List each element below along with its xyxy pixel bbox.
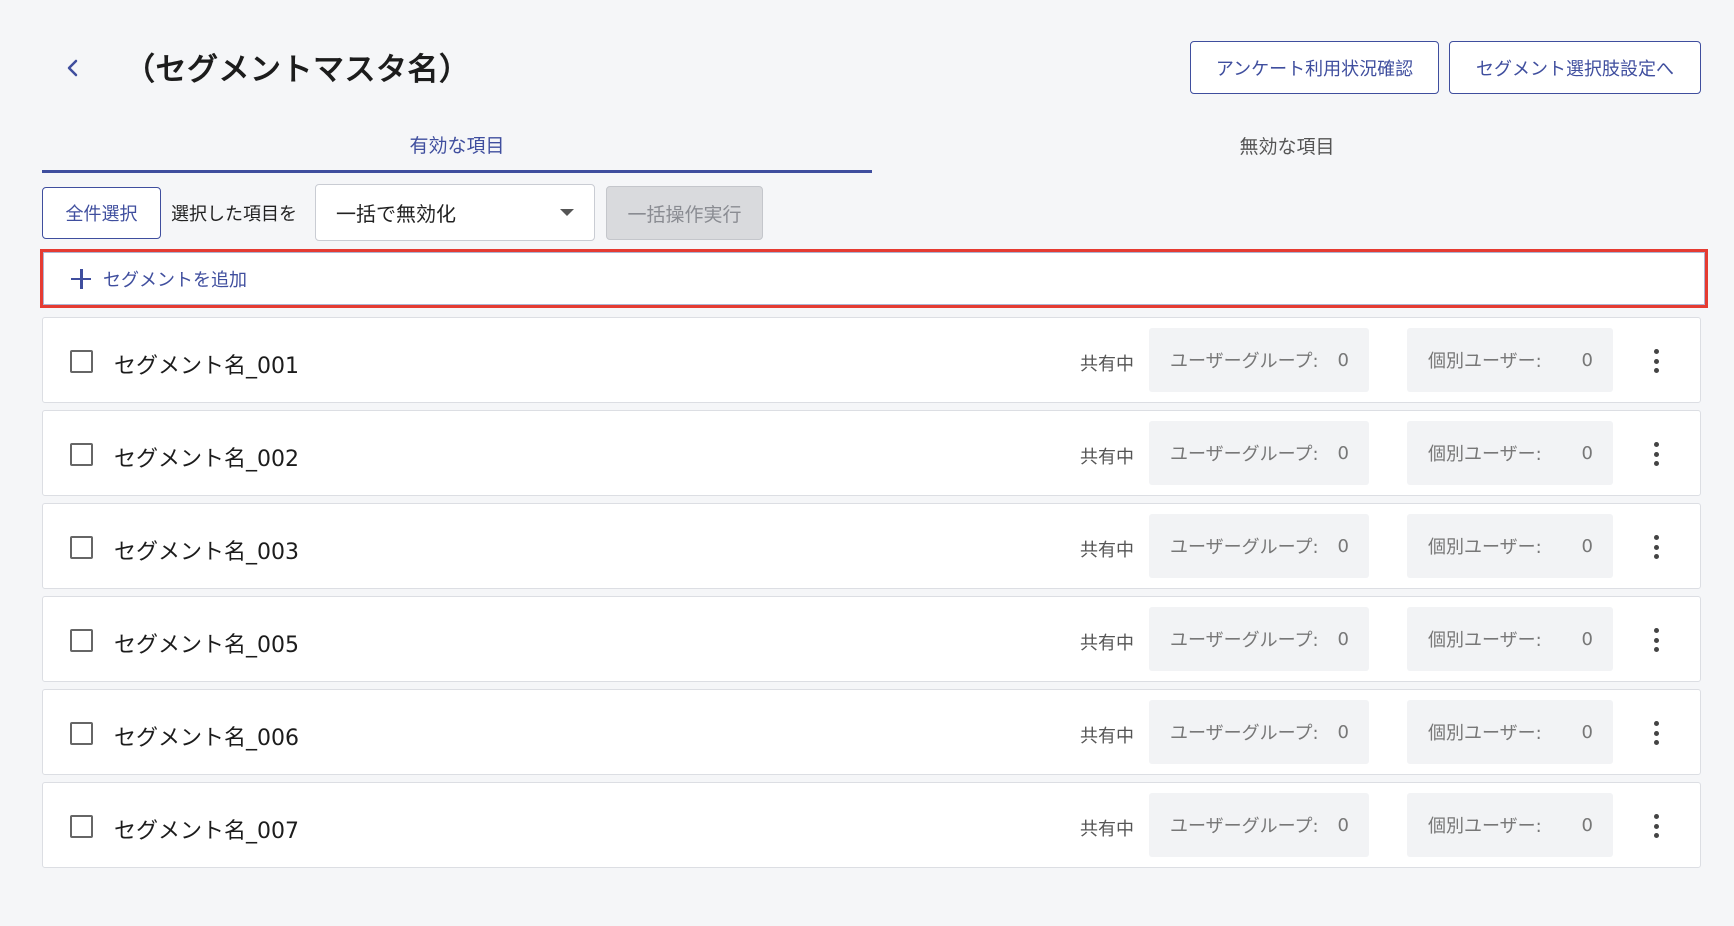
user-group-stat: ユーザーグループ: 0: [1149, 514, 1369, 578]
individual-user-label: 個別ユーザー:: [1428, 630, 1542, 651]
shared-status: 共有中: [1080, 819, 1134, 840]
user-group-count: 0: [1337, 814, 1349, 836]
user-group-stat: ユーザーグループ: 0: [1149, 700, 1369, 764]
individual-user-count: 0: [1581, 535, 1593, 557]
page-title: （セグメントマスタ名）: [124, 52, 471, 88]
add-segment-label: セグメントを追加: [103, 269, 247, 291]
segment-checkbox[interactable]: [70, 443, 93, 466]
individual-user-count: 0: [1581, 442, 1593, 464]
segment-checkbox[interactable]: [70, 815, 93, 838]
kebab-menu-icon[interactable]: [1646, 439, 1666, 469]
user-group-label: ユーザーグループ:: [1170, 537, 1319, 558]
individual-user-label: 個別ユーザー:: [1428, 537, 1542, 558]
bulk-action-label: 選択した項目を: [171, 204, 297, 225]
kebab-menu-icon[interactable]: [1646, 625, 1666, 655]
segment-row: セグメント名_006 共有中 ユーザーグループ: 0 個別ユーザー: 0: [42, 689, 1701, 775]
user-group-stat: ユーザーグループ: 0: [1149, 421, 1369, 485]
shared-status: 共有中: [1080, 447, 1134, 468]
user-group-count: 0: [1337, 349, 1349, 371]
select-all-button[interactable]: 全件選択: [42, 187, 161, 239]
user-group-stat: ユーザーグループ: 0: [1149, 793, 1369, 857]
user-group-stat: ユーザーグループ: 0: [1149, 328, 1369, 392]
individual-user-stat: 個別ユーザー: 0: [1407, 793, 1613, 857]
caret-down-icon: [560, 209, 574, 216]
individual-user-count: 0: [1581, 814, 1593, 836]
user-group-label: ユーザーグループ:: [1170, 816, 1319, 837]
bulk-action-selected-value: 一括で無効化: [336, 202, 456, 226]
kebab-menu-icon[interactable]: [1646, 811, 1666, 841]
individual-user-count: 0: [1581, 628, 1593, 650]
user-group-label: ユーザーグループ:: [1170, 444, 1319, 465]
individual-user-stat: 個別ユーザー: 0: [1407, 421, 1613, 485]
user-group-label: ユーザーグループ:: [1170, 723, 1319, 744]
segment-master-page: （セグメントマスタ名） アンケート利用状況確認 セグメント選択肢設定へ 有効な項…: [0, 0, 1734, 926]
add-segment-button[interactable]: セグメントを追加: [40, 249, 1708, 308]
chevron-left-icon: [67, 59, 78, 77]
user-group-count: 0: [1337, 442, 1349, 464]
segment-row: セグメント名_002 共有中 ユーザーグループ: 0 個別ユーザー: 0: [42, 410, 1701, 496]
individual-user-label: 個別ユーザー:: [1428, 351, 1542, 372]
shared-status: 共有中: [1080, 354, 1134, 375]
user-group-label: ユーザーグループ:: [1170, 351, 1319, 372]
segment-row: セグメント名_005 共有中 ユーザーグループ: 0 個別ユーザー: 0: [42, 596, 1701, 682]
segment-name: セグメント名_003: [114, 540, 299, 565]
survey-usage-button[interactable]: アンケート利用状況確認: [1190, 41, 1439, 94]
segment-name: セグメント名_007: [114, 819, 299, 844]
user-group-count: 0: [1337, 721, 1349, 743]
segment-choice-settings-button[interactable]: セグメント選択肢設定へ: [1449, 41, 1701, 94]
segment-name: セグメント名_001: [114, 354, 299, 379]
tab-active-items[interactable]: 有効な項目: [42, 118, 872, 173]
segment-row: セグメント名_007 共有中 ユーザーグループ: 0 個別ユーザー: 0: [42, 782, 1701, 868]
shared-status: 共有中: [1080, 540, 1134, 561]
shared-status: 共有中: [1080, 633, 1134, 654]
individual-user-label: 個別ユーザー:: [1428, 444, 1542, 465]
segment-checkbox[interactable]: [70, 722, 93, 745]
individual-user-stat: 個別ユーザー: 0: [1407, 607, 1613, 671]
segment-checkbox[interactable]: [70, 536, 93, 559]
individual-user-label: 個別ユーザー:: [1428, 723, 1542, 744]
individual-user-stat: 個別ユーザー: 0: [1407, 328, 1613, 392]
segment-checkbox[interactable]: [70, 629, 93, 652]
segment-name: セグメント名_006: [114, 726, 299, 751]
individual-user-label: 個別ユーザー:: [1428, 816, 1542, 837]
individual-user-stat: 個別ユーザー: 0: [1407, 700, 1613, 764]
user-group-count: 0: [1337, 535, 1349, 557]
segment-row: セグメント名_003 共有中 ユーザーグループ: 0 個別ユーザー: 0: [42, 503, 1701, 589]
tab-inactive-items[interactable]: 無効な項目: [872, 118, 1702, 173]
segment-list: セグメント名_001 共有中 ユーザーグループ: 0 個別ユーザー: 0 セグメ…: [42, 317, 1701, 875]
user-group-label: ユーザーグループ:: [1170, 630, 1319, 651]
user-group-stat: ユーザーグループ: 0: [1149, 607, 1369, 671]
bulk-execute-button[interactable]: 一括操作実行: [606, 186, 763, 240]
bulk-action-select[interactable]: 一括で無効化: [315, 184, 595, 241]
shared-status: 共有中: [1080, 726, 1134, 747]
back-button[interactable]: [58, 50, 88, 86]
segment-row: セグメント名_001 共有中 ユーザーグループ: 0 個別ユーザー: 0: [42, 317, 1701, 403]
segment-name: セグメント名_002: [114, 447, 299, 472]
segment-name: セグメント名_005: [114, 633, 299, 658]
individual-user-count: 0: [1581, 349, 1593, 371]
segment-checkbox[interactable]: [70, 350, 93, 373]
individual-user-stat: 個別ユーザー: 0: [1407, 514, 1613, 578]
user-group-count: 0: [1337, 628, 1349, 650]
kebab-menu-icon[interactable]: [1646, 346, 1666, 376]
kebab-menu-icon[interactable]: [1646, 532, 1666, 562]
kebab-menu-icon[interactable]: [1646, 718, 1666, 748]
individual-user-count: 0: [1581, 721, 1593, 743]
plus-icon: [71, 268, 91, 289]
